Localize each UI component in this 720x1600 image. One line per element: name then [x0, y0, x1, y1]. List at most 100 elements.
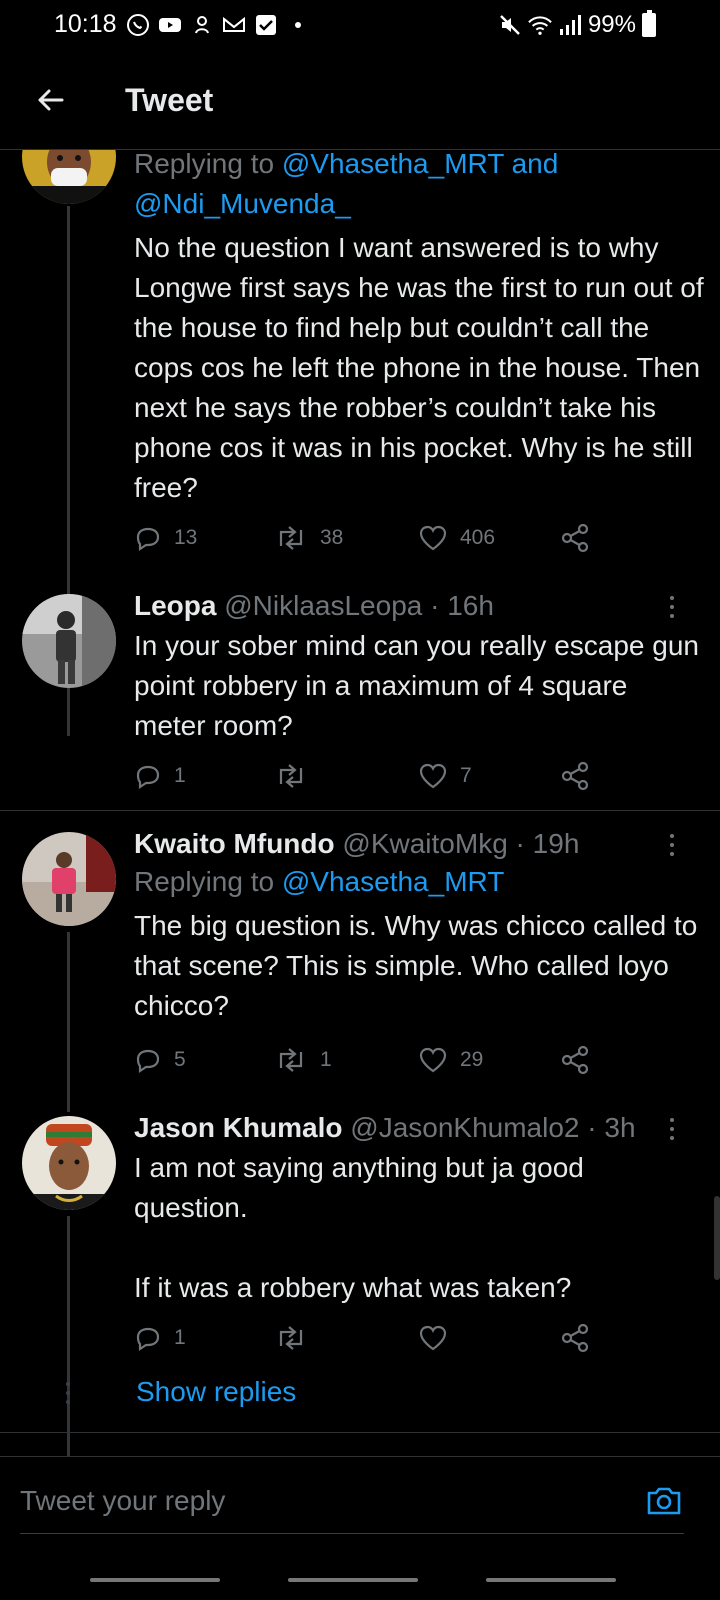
retweet-count: 1 — [320, 1048, 332, 1071]
replying-to-label: Replying to — [134, 866, 282, 897]
display-name[interactable]: Leopa — [134, 590, 216, 621]
camera-icon — [647, 1487, 681, 1515]
mention-link[interactable]: @Ndi_Muvenda_ — [134, 188, 351, 219]
share-button[interactable] — [560, 756, 590, 796]
retweet-icon — [279, 526, 303, 550]
dot-icon — [286, 13, 310, 37]
wifi-icon — [528, 13, 552, 37]
mention-link[interactable]: @Vhasetha_MRT — [282, 150, 504, 179]
reply-icon — [136, 1327, 160, 1352]
tweet-item[interactable]: Leopa @NiklaasLeopa · 16h In your sober … — [0, 588, 720, 810]
reply-button[interactable]: 1 — [134, 756, 186, 796]
user-handle[interactable]: @NiklaasLeopa — [224, 590, 422, 621]
reply-count: 1 — [174, 1326, 186, 1349]
scrollbar-thumb[interactable] — [714, 1196, 720, 1280]
share-button[interactable] — [560, 1040, 590, 1080]
display-name[interactable]: Kwaito Mfundo — [134, 828, 335, 859]
retweet-button[interactable]: 38 — [274, 518, 343, 558]
heart-icon — [419, 763, 447, 789]
mute-icon — [498, 13, 522, 37]
share-icon — [561, 1323, 589, 1353]
tweet-actions: 1 7 — [134, 756, 634, 796]
tweet-content: Leopa @NiklaasLeopa · 16h In your sober … — [134, 588, 704, 746]
tweet-reply-input[interactable] — [20, 1479, 620, 1523]
reply-button[interactable]: 13 — [134, 518, 197, 558]
tweet-meta: Jason Khumalo @JasonKhumalo2 · 3h — [134, 1110, 704, 1146]
tweet-item[interactable]: Jason Khumalo @JasonKhumalo2 · 3h I am n… — [0, 1110, 720, 1485]
back-button[interactable] — [28, 78, 72, 122]
avatar[interactable] — [22, 594, 116, 688]
camera-button[interactable] — [644, 1481, 684, 1521]
like-button[interactable]: 29 — [418, 1040, 483, 1080]
mention-conjunction: and — [503, 150, 559, 179]
retweet-icon — [279, 1326, 303, 1350]
share-icon — [561, 1045, 589, 1075]
reply-count: 13 — [174, 526, 198, 549]
thread-line — [67, 932, 70, 1112]
nav-back-button[interactable] — [486, 1578, 616, 1582]
like-button[interactable] — [418, 1318, 460, 1358]
avatar[interactable] — [22, 150, 116, 204]
reply-icon — [136, 1049, 160, 1074]
share-button[interactable] — [560, 1318, 590, 1358]
heart-icon — [419, 1325, 447, 1351]
timestamp: 3h — [604, 1112, 636, 1143]
display-name[interactable]: Jason Khumalo — [134, 1112, 342, 1143]
thread-line — [67, 1216, 70, 1485]
share-button[interactable] — [560, 518, 590, 558]
signal-icon — [558, 13, 582, 37]
retweet-button[interactable] — [274, 1318, 320, 1358]
battery-percent: 99% — [587, 11, 636, 38]
replying-to: Replying to @Vhasetha_MRT — [134, 864, 704, 900]
tweet-content: Replying to @Vhasetha_MRT and @Ndi_Muvend… — [134, 150, 704, 508]
retweet-count: 38 — [320, 526, 344, 549]
tweet-text: I am not saying anything but ja good que… — [134, 1152, 584, 1303]
more-options-button[interactable] — [662, 592, 682, 622]
thread-continuation-dots — [64, 1382, 72, 1404]
timestamp: 19h — [532, 828, 580, 859]
retweet-icon — [279, 764, 303, 788]
tweet-content: Kwaito Mfundo @KwaitoMkg · 19h Replying … — [134, 826, 704, 1026]
share-icon — [561, 523, 589, 553]
youtube-icon — [158, 13, 182, 37]
more-options-button[interactable] — [662, 1114, 682, 1144]
notification-icon — [190, 13, 214, 37]
timestamp: 16h — [447, 590, 494, 621]
heart-icon — [419, 525, 447, 551]
input-underline — [20, 1533, 684, 1534]
tweet-actions: 1 — [134, 1318, 634, 1358]
tweet-content: Jason Khumalo @JasonKhumalo2 · 3h I am n… — [134, 1110, 704, 1308]
like-count: 406 — [460, 526, 496, 549]
status-time: 10:18 — [54, 10, 117, 38]
arrow-left-icon — [38, 89, 64, 111]
user-handle[interactable]: @KwaitoMkg — [342, 828, 507, 859]
mention-link[interactable]: @Vhasetha_MRT — [282, 866, 504, 897]
like-button[interactable]: 406 — [418, 518, 495, 558]
tweet-thread: Replying to @Vhasetha_MRT and @Ndi_Muvend… — [0, 150, 720, 1485]
system-navigation-bar — [0, 1570, 720, 1590]
reply-composer — [0, 1456, 720, 1600]
user-handle[interactable]: @JasonKhumalo2 — [350, 1112, 579, 1143]
tweet-text: No the question I want answered is to wh… — [134, 232, 712, 503]
like-count: 7 — [460, 764, 472, 787]
tweet-item[interactable]: Kwaito Mfundo @KwaitoMkg · 19h Replying … — [0, 826, 720, 1116]
nav-recents-button[interactable] — [90, 1578, 220, 1582]
meta-separator: · — [579, 1112, 605, 1143]
nav-home-button[interactable] — [288, 1578, 418, 1582]
tweet-actions: 5 1 29 — [134, 1040, 634, 1080]
like-button[interactable]: 7 — [418, 756, 472, 796]
more-options-button[interactable] — [662, 830, 682, 860]
divider — [0, 1432, 720, 1433]
reply-count: 5 — [174, 1048, 186, 1071]
replying-to: Replying to @Vhasetha_MRT and @Ndi_Muvend… — [134, 150, 704, 224]
avatar[interactable] — [22, 832, 116, 926]
status-bar: 10:18 99% — [0, 0, 720, 52]
status-system-icons: 99% — [498, 10, 656, 40]
retweet-button[interactable]: 1 — [274, 1040, 332, 1080]
avatar[interactable] — [22, 1116, 116, 1210]
retweet-button[interactable] — [274, 756, 320, 796]
reply-button[interactable]: 5 — [134, 1040, 186, 1080]
reply-button[interactable]: 1 — [134, 1318, 186, 1358]
reply-icon — [136, 527, 160, 552]
show-replies-link[interactable]: Show replies — [136, 1376, 296, 1408]
